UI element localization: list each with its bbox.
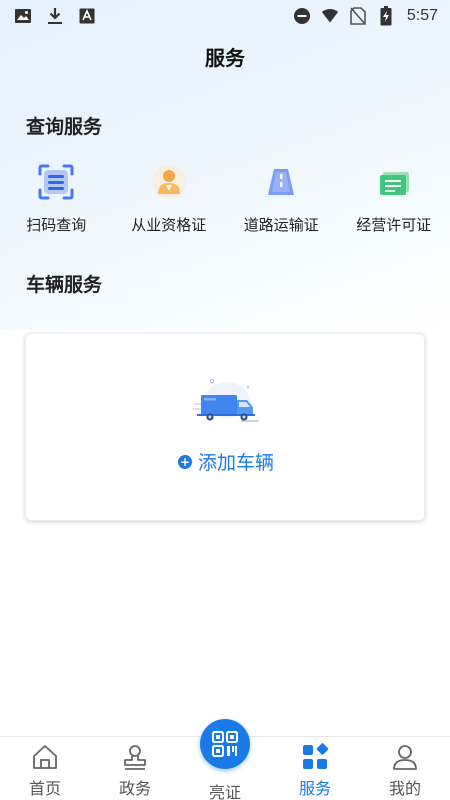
- wifi-icon: [321, 7, 339, 25]
- query-section-title: 查询服务: [26, 116, 103, 138]
- truck-illustration-icon: [191, 378, 261, 424]
- vehicle-card: + 添加车辆: [25, 333, 425, 521]
- status-bar: 5:57: [0, 0, 450, 32]
- page-title: 服务: [205, 46, 245, 70]
- bottom-tab-bar: 首页 政务 亮证 服务 我的: [0, 719, 450, 800]
- service-label: 道路运输证: [243, 216, 319, 234]
- tab-mine[interactable]: 我的: [360, 737, 450, 800]
- service-item-scan[interactable]: 扫码查询: [0, 162, 113, 242]
- service-label: 从业资格证: [131, 216, 207, 234]
- service-item-qualification[interactable]: 从业资格证: [113, 162, 226, 242]
- stamp-icon: [121, 743, 149, 771]
- no-sim-icon: [349, 7, 367, 25]
- tab-show-license[interactable]: 亮证: [180, 719, 270, 800]
- license-icon: [374, 162, 414, 202]
- vehicle-section-title: 车辆服务: [26, 274, 103, 296]
- service-item-business-license[interactable]: 经营许可证: [338, 162, 450, 242]
- road-icon: [261, 162, 301, 202]
- dnd-icon: [293, 7, 311, 25]
- tab-services[interactable]: 服务: [270, 737, 360, 800]
- status-time: 5:57: [406, 7, 438, 24]
- status-left: [14, 7, 96, 25]
- user-icon: [391, 743, 419, 771]
- person-icon: [149, 162, 189, 202]
- service-label: 扫码查询: [26, 216, 87, 234]
- download-icon: [46, 7, 64, 25]
- add-vehicle-label: 添加车辆: [197, 452, 274, 474]
- tab-home[interactable]: 首页: [0, 737, 90, 800]
- a-icon: [78, 7, 96, 25]
- add-vehicle-button[interactable]: + 添加车辆: [26, 448, 426, 475]
- image-icon: [14, 7, 32, 25]
- battery-charging-icon: [377, 6, 395, 26]
- tab-label: 我的: [388, 779, 421, 798]
- plus-circle-icon: +: [177, 454, 192, 469]
- grid-icon: [301, 743, 329, 771]
- service-item-road-transport[interactable]: 道路运输证: [225, 162, 338, 242]
- scan-icon: [36, 162, 76, 202]
- tab-label: 亮证: [208, 783, 241, 800]
- query-service-grid: 扫码查询 从业资格证 道路运输证 经营许可证: [0, 162, 450, 242]
- service-label: 经营许可证: [356, 216, 432, 234]
- qrcode-icon: [200, 719, 250, 769]
- tab-label: 服务: [298, 779, 331, 798]
- tab-label: 首页: [28, 779, 61, 798]
- tab-label: 政务: [118, 779, 151, 798]
- tab-government[interactable]: 政务: [90, 737, 180, 800]
- home-icon: [31, 743, 59, 771]
- status-right: 5:57: [293, 6, 438, 26]
